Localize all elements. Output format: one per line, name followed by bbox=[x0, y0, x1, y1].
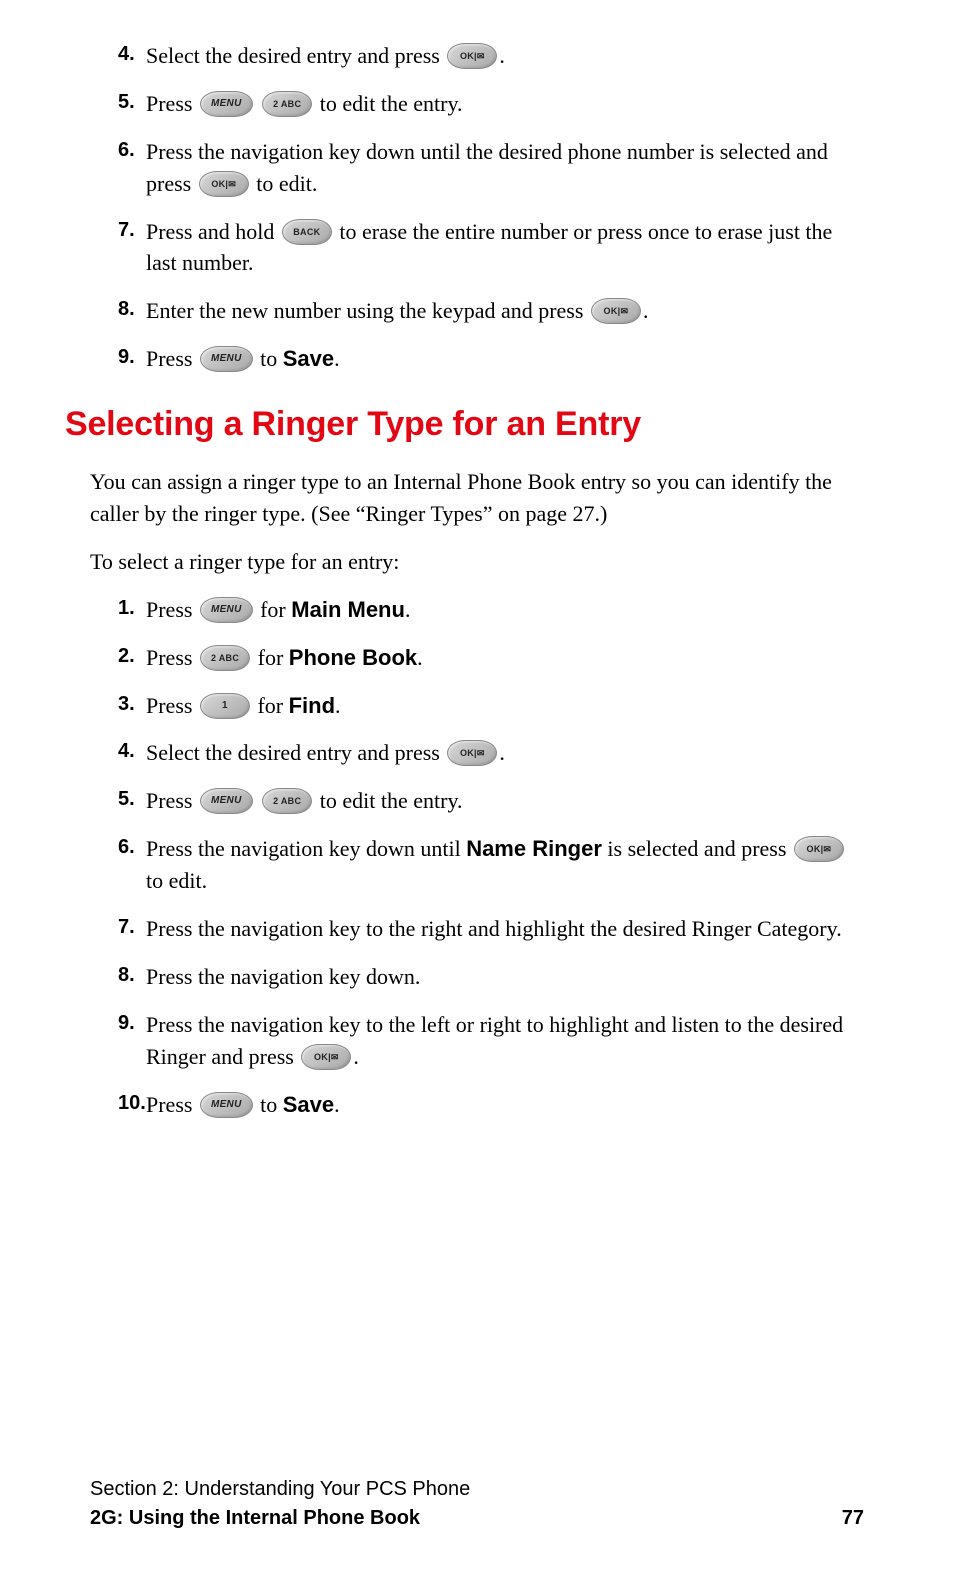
menu-key-icon: MENU bbox=[200, 597, 253, 623]
page-number: 77 bbox=[842, 1507, 864, 1530]
step-9: 9. Press MENU to Save. bbox=[118, 343, 864, 375]
one-key-icon: 1 bbox=[200, 693, 250, 719]
step-text: Press bbox=[146, 597, 198, 622]
section-heading: Selecting a Ringer Type for an Entry bbox=[65, 405, 864, 444]
step-text: Enter the new number using the keypad an… bbox=[146, 298, 589, 323]
footer-section-title: Section 2: Understanding Your PCS Phone bbox=[90, 1478, 864, 1501]
step-text: Press the navigation key down until bbox=[146, 836, 466, 861]
step-3: 3. Press 1 for Find. bbox=[118, 690, 864, 722]
step-text: Press bbox=[146, 1092, 198, 1117]
step-number: 9. bbox=[118, 343, 135, 372]
step-5: 5. Press MENU 2 ABC to edit the entry. bbox=[118, 785, 864, 817]
menu-key-icon: MENU bbox=[200, 346, 253, 372]
step-text: to bbox=[255, 1092, 283, 1117]
step-text: Select the desired entry and press bbox=[146, 740, 445, 765]
intro-paragraph: You can assign a ringer type to an Inter… bbox=[90, 466, 864, 530]
step-text: . bbox=[643, 298, 649, 323]
back-key-icon: BACK bbox=[282, 219, 332, 245]
ok-key-icon: OK|✉ bbox=[794, 836, 844, 862]
step-text: . bbox=[417, 645, 423, 670]
step-number: 6. bbox=[118, 833, 135, 862]
step-text: Press bbox=[146, 693, 198, 718]
menu-key-icon: MENU bbox=[200, 91, 253, 117]
step-text: to edit. bbox=[146, 868, 207, 893]
ok-key-icon: OK|✉ bbox=[447, 740, 497, 766]
step-number: 2. bbox=[118, 642, 135, 671]
step-8: 8. Enter the new number using the keypad… bbox=[118, 295, 864, 327]
step-text: . bbox=[499, 740, 505, 765]
step-2: 2. Press 2 ABC for Phone Book. bbox=[118, 642, 864, 674]
step-9: 9. Press the navigation key to the left … bbox=[118, 1009, 864, 1073]
step-10: 10. Press MENU to Save. bbox=[118, 1089, 864, 1121]
save-label: Save bbox=[283, 346, 334, 371]
step-text: Press the navigation key to the right an… bbox=[146, 916, 842, 941]
step-text: for bbox=[255, 597, 292, 622]
menu-key-icon: MENU bbox=[200, 1092, 253, 1118]
step-number: 6. bbox=[118, 136, 135, 165]
step-number: 8. bbox=[118, 295, 135, 324]
lead-in-text: To select a ringer type for an entry: bbox=[90, 546, 864, 578]
two-key-icon: 2 ABC bbox=[262, 91, 312, 117]
step-6: 6. Press the navigation key down until t… bbox=[118, 136, 864, 200]
step-5: 5. Press MENU 2 ABC to edit the entry. bbox=[118, 88, 864, 120]
step-number: 5. bbox=[118, 785, 135, 814]
step-number: 4. bbox=[118, 737, 135, 766]
step-text: . bbox=[405, 597, 411, 622]
save-label: Save bbox=[283, 1092, 334, 1117]
step-7: 7. Press the navigation key to the right… bbox=[118, 913, 864, 945]
step-4: 4. Select the desired entry and press OK… bbox=[118, 40, 864, 72]
page-footer: Section 2: Understanding Your PCS Phone … bbox=[90, 1478, 864, 1530]
step-4: 4. Select the desired entry and press OK… bbox=[118, 737, 864, 769]
step-6: 6. Press the navigation key down until N… bbox=[118, 833, 864, 897]
step-text: for bbox=[252, 693, 289, 718]
step-8: 8. Press the navigation key down. bbox=[118, 961, 864, 993]
find-label: Find bbox=[289, 693, 335, 718]
footer-chapter-row: 2G: Using the Internal Phone Book 77 bbox=[90, 1507, 864, 1530]
step-number: 1. bbox=[118, 594, 135, 623]
step-text: is selected and press bbox=[602, 836, 792, 861]
step-text: to bbox=[255, 346, 283, 371]
step-text: Press bbox=[146, 91, 198, 116]
step-text: Select the desired entry and press bbox=[146, 43, 445, 68]
manual-page: 4. Select the desired entry and press OK… bbox=[0, 0, 954, 1196]
footer-chapter-title: 2G: Using the Internal Phone Book bbox=[90, 1507, 420, 1530]
step-text: for bbox=[252, 645, 289, 670]
step-number: 7. bbox=[118, 216, 135, 245]
step-text: to edit the entry. bbox=[314, 91, 462, 116]
step-text: Press bbox=[146, 788, 198, 813]
step-1: 1. Press MENU for Main Menu. bbox=[118, 594, 864, 626]
menu-key-icon: MENU bbox=[200, 788, 253, 814]
step-text: . bbox=[499, 43, 505, 68]
name-ringer-label: Name Ringer bbox=[466, 836, 602, 861]
step-number: 8. bbox=[118, 961, 135, 990]
ok-key-icon: OK|✉ bbox=[301, 1044, 351, 1070]
step-number: 5. bbox=[118, 88, 135, 117]
step-number: 3. bbox=[118, 690, 135, 719]
phone-book-label: Phone Book bbox=[289, 645, 417, 670]
ok-key-icon: OK|✉ bbox=[199, 171, 249, 197]
step-text: Press bbox=[146, 645, 198, 670]
step-text: . bbox=[335, 693, 341, 718]
step-number: 7. bbox=[118, 913, 135, 942]
step-text: to edit. bbox=[251, 171, 318, 196]
step-text: Press bbox=[146, 346, 198, 371]
two-key-icon: 2 ABC bbox=[262, 788, 312, 814]
main-menu-label: Main Menu bbox=[291, 597, 405, 622]
step-text: Press the navigation key to the left or … bbox=[146, 1012, 843, 1069]
two-key-icon: 2 ABC bbox=[200, 645, 250, 671]
step-text: . bbox=[334, 1092, 340, 1117]
step-text: to edit the entry. bbox=[314, 788, 462, 813]
step-7: 7. Press and hold BACK to erase the enti… bbox=[118, 216, 864, 280]
ok-key-icon: OK|✉ bbox=[591, 298, 641, 324]
step-text: . bbox=[334, 346, 340, 371]
step-number: 9. bbox=[118, 1009, 135, 1038]
step-text: Press and hold bbox=[146, 219, 280, 244]
step-text: Press the navigation key down. bbox=[146, 964, 420, 989]
steps-list-lower: 1. Press MENU for Main Menu. 2. Press 2 … bbox=[90, 594, 864, 1121]
ok-key-icon: OK|✉ bbox=[447, 43, 497, 69]
step-text: . bbox=[353, 1044, 359, 1069]
step-number: 4. bbox=[118, 40, 135, 69]
steps-list-upper: 4. Select the desired entry and press OK… bbox=[90, 40, 864, 375]
step-number: 10. bbox=[118, 1089, 146, 1118]
